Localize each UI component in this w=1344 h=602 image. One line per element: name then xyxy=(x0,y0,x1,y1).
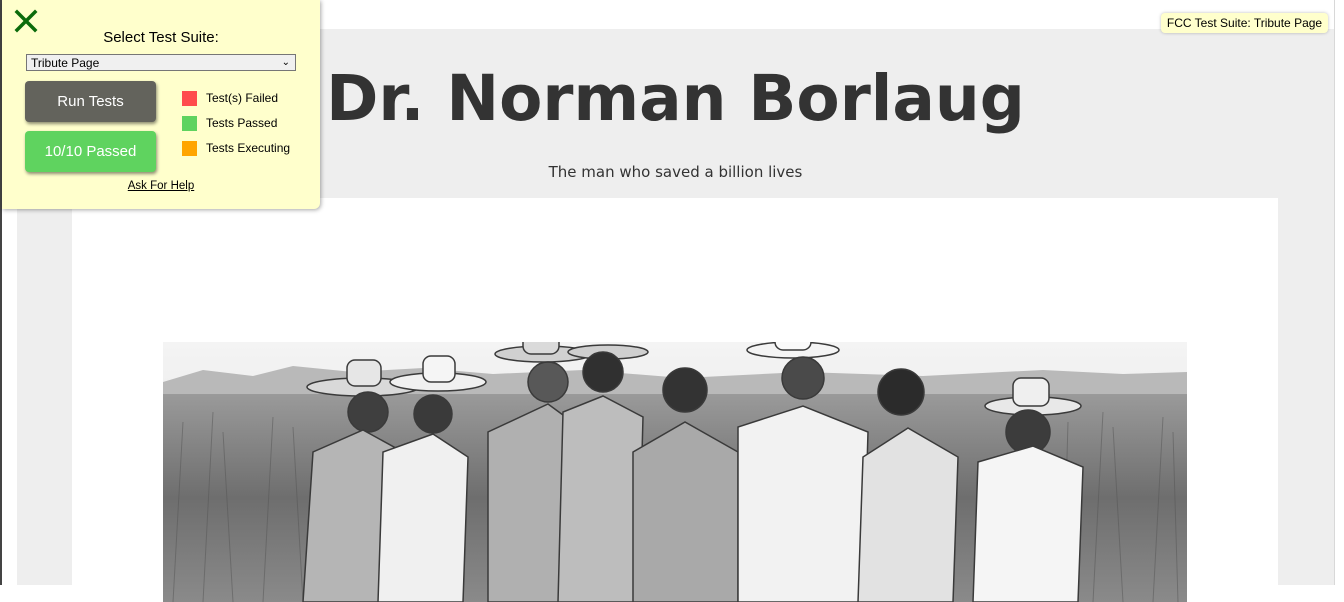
passed-swatch xyxy=(182,116,197,131)
legend-executing-label: Tests Executing xyxy=(206,141,291,155)
test-results-button[interactable]: 10/10 Passed xyxy=(25,131,156,172)
failed-swatch xyxy=(182,91,197,106)
select-suite-label: Select Test Suite: xyxy=(103,29,219,46)
fcc-test-suite-tooltip: FCC Test Suite: Tribute Page xyxy=(1161,13,1328,33)
chevron-down-icon: ⌄ xyxy=(281,57,290,68)
legend-passed-label: Tests Passed xyxy=(206,116,278,130)
executing-swatch xyxy=(182,141,197,156)
legend-failed-label: Test(s) Failed xyxy=(206,91,279,105)
image-container xyxy=(72,198,1278,602)
ask-for-help-link[interactable]: Ask For Help xyxy=(2,180,320,192)
test-suite-select[interactable]: Tribute Page ⌄ xyxy=(26,54,296,71)
page-scrollbar[interactable] xyxy=(1334,0,1344,585)
test-suite-selected-value: Tribute Page xyxy=(31,56,100,70)
run-tests-button[interactable]: Run Tests xyxy=(25,81,156,122)
fcc-test-panel: Select Test Suite: Tribute Page ⌄ Run Te… xyxy=(2,0,320,209)
tribute-photo xyxy=(163,342,1187,602)
